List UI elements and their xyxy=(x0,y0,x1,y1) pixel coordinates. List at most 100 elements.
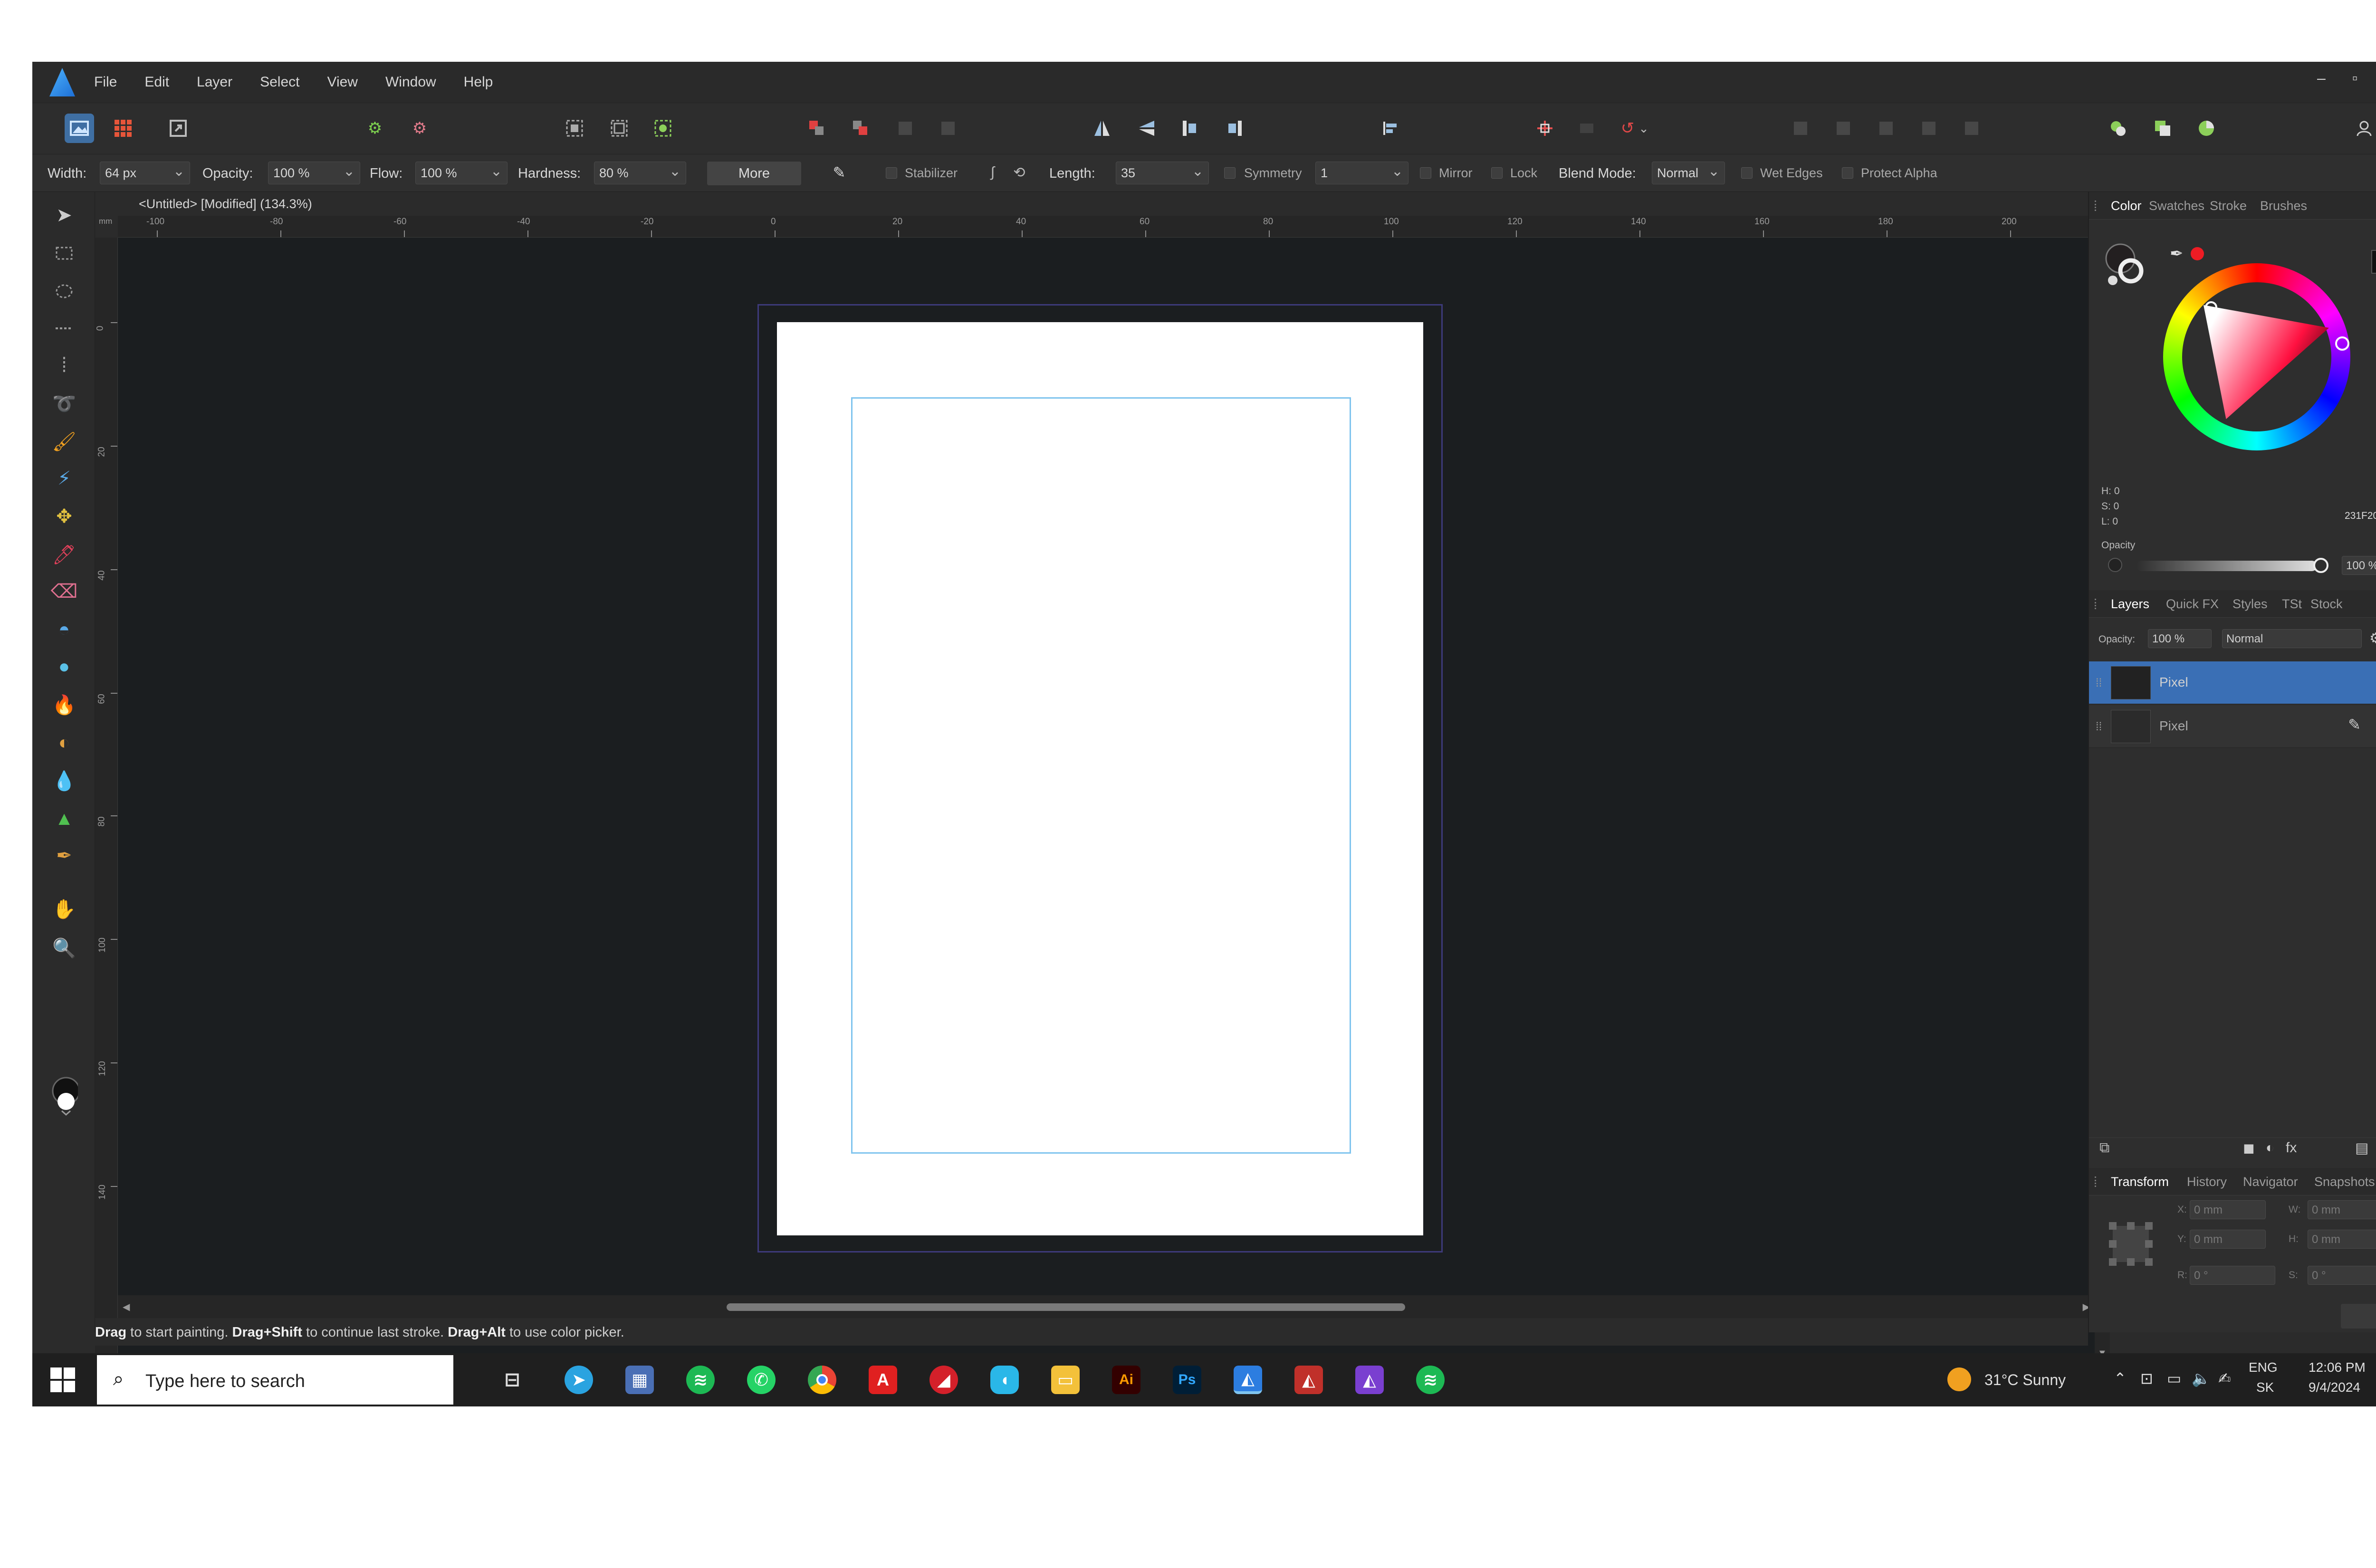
volume-icon[interactable]: 🔈 xyxy=(2192,1369,2211,1387)
tab-transform[interactable]: Transform xyxy=(2111,1175,2169,1189)
tab-quick-fx[interactable]: Quick FX xyxy=(2166,597,2219,612)
windows-start-icon[interactable] xyxy=(50,1367,75,1392)
photo-persona-icon[interactable] xyxy=(65,114,94,143)
anchor-point-selector-icon[interactable] xyxy=(2108,1221,2154,1267)
fill-stroke-swatch-icon[interactable] xyxy=(2103,241,2151,291)
blue-app-icon[interactable]: ◖ xyxy=(990,1366,1019,1394)
tab-stroke[interactable]: Stroke xyxy=(2210,199,2247,213)
pen-tool-icon[interactable]: ▲ xyxy=(50,805,78,832)
triangle-picker-handle[interactable] xyxy=(2205,301,2217,314)
row-marquee-icon[interactable] xyxy=(50,315,78,342)
length-field[interactable]: 35 xyxy=(1116,162,1209,184)
opacity-slider-handle[interactable] xyxy=(2313,558,2328,573)
weather-text[interactable]: 31°C Sunny xyxy=(1984,1371,2066,1389)
layer-blend-mode-select[interactable]: Normal xyxy=(2222,629,2362,648)
tab-swatches[interactable]: Swatches xyxy=(2149,199,2204,213)
tab-navigator[interactable]: Navigator xyxy=(2243,1175,2298,1189)
move-tool-icon[interactable]: ➤ xyxy=(50,201,78,229)
boolean-xor-icon[interactable] xyxy=(1957,114,1986,143)
hue-picker-handle[interactable] xyxy=(2335,336,2349,351)
whatsapp-icon[interactable]: ✆ xyxy=(747,1366,776,1394)
flood-select-icon[interactable]: ⚡ xyxy=(50,465,78,492)
preferences-gear-icon[interactable]: ⚙ xyxy=(405,114,434,143)
hardness-field[interactable]: 80 % xyxy=(594,162,686,184)
document-page[interactable] xyxy=(777,322,1423,1235)
arrange-forward-icon[interactable] xyxy=(891,114,920,143)
illustrator-icon[interactable]: Ai xyxy=(1112,1366,1140,1394)
layers-overlay-icon[interactable] xyxy=(2148,114,2177,143)
spotify-icon[interactable]: ≋ xyxy=(1416,1366,1445,1394)
wet-edges-checkbox[interactable] xyxy=(1741,167,1753,179)
freehand-selection-icon[interactable]: ➰ xyxy=(50,390,78,417)
pen-icon[interactable]: ✍ xyxy=(2218,1369,2231,1387)
boolean-subtract-icon[interactable] xyxy=(1871,114,1901,143)
horizontal-scrollbar[interactable]: ◀ ▶ xyxy=(118,1295,2095,1318)
arrange-backward-icon[interactable] xyxy=(933,114,963,143)
panel-grip-icon[interactable] xyxy=(2095,201,2098,211)
selection-brush-icon[interactable]: 🖌 xyxy=(50,428,78,455)
recent-color-swatch[interactable] xyxy=(2371,250,2376,274)
hand-tool-icon[interactable]: ✋ xyxy=(50,895,78,923)
flip-vertical-icon[interactable] xyxy=(1132,114,1161,143)
blur-tool-icon[interactable]: 💧 xyxy=(50,767,78,794)
symmetry-count-field[interactable]: 1 xyxy=(1315,162,1408,184)
document-tab[interactable]: <Untitled> [Modified] (134.3%) × xyxy=(95,192,2110,216)
chrome-icon[interactable] xyxy=(808,1366,836,1394)
photoshop-icon[interactable]: Ps xyxy=(1173,1366,1201,1394)
layer-name[interactable]: Pixel xyxy=(2159,718,2188,734)
live-filter-icon[interactable]: fx xyxy=(2286,1140,2297,1156)
boolean-add-icon[interactable] xyxy=(1829,114,1858,143)
restore-button[interactable]: ▫ xyxy=(2352,69,2357,87)
boolean-intersect-icon[interactable] xyxy=(1914,114,1944,143)
acrobat-icon[interactable]: A xyxy=(869,1366,897,1394)
add-layer-icon[interactable]: ▤ xyxy=(2355,1140,2368,1157)
protect-alpha-checkbox[interactable] xyxy=(1842,167,1853,179)
w-field[interactable]: 0 mm xyxy=(2308,1200,2376,1219)
align-icon[interactable] xyxy=(1375,114,1405,143)
snapping-options-icon[interactable] xyxy=(1572,114,1601,143)
layer-channels-icon[interactable]: ⧉ xyxy=(2099,1140,2109,1156)
layer-drag-handle-icon[interactable]: ⁞⁞ xyxy=(2096,720,2102,734)
menu-help[interactable]: Help xyxy=(464,74,493,90)
menu-view[interactable]: View xyxy=(327,74,357,90)
menu-layer[interactable]: Layer xyxy=(197,74,232,90)
tray-chevron-icon[interactable]: ⌃ xyxy=(2114,1369,2127,1387)
affinity-photo-taskbar-icon[interactable]: ◭ xyxy=(1234,1366,1262,1394)
quick-share-icon[interactable] xyxy=(2103,114,2133,143)
minimize-button[interactable]: – xyxy=(2317,69,2326,87)
invert-selection-icon[interactable] xyxy=(648,114,678,143)
layer-row[interactable]: ⁞⁞ Pixel xyxy=(2089,661,2376,704)
calculator-icon[interactable]: ▦ xyxy=(625,1366,654,1394)
erase-brush-icon[interactable]: ⌫ xyxy=(50,578,78,605)
snapping-icon[interactable] xyxy=(1530,114,1560,143)
transform-options-button[interactable] xyxy=(2341,1304,2376,1329)
symmetry-checkbox[interactable] xyxy=(1224,167,1236,179)
canvas-area[interactable] xyxy=(118,238,2095,1364)
tab-color[interactable]: Color xyxy=(2111,199,2142,213)
weather-icon[interactable] xyxy=(1947,1367,1971,1391)
affinity-publisher-icon[interactable]: ◭ xyxy=(1294,1366,1323,1394)
scroll-left-icon[interactable]: ◀ xyxy=(123,1301,130,1313)
mirror-checkbox[interactable] xyxy=(1420,167,1431,179)
eyedropper-icon[interactable]: ✒ xyxy=(2170,244,2184,263)
rope-mode-icon[interactable]: ∫ xyxy=(981,159,1005,186)
autodesk-icon[interactable]: ◢ xyxy=(929,1366,958,1394)
dodge-tool-icon[interactable]: ● xyxy=(50,653,78,680)
color-pie-icon[interactable] xyxy=(2192,114,2221,143)
assistant-dropdown-icon[interactable]: ⌄ xyxy=(1637,114,1651,143)
x-field[interactable]: 0 mm xyxy=(2190,1200,2266,1219)
layer-name[interactable]: Pixel xyxy=(2159,675,2188,690)
spotify-icon[interactable]: ≋ xyxy=(686,1366,715,1394)
arrange-back-icon[interactable] xyxy=(802,114,832,143)
layer-opacity-field[interactable]: 100 % xyxy=(2148,629,2212,648)
shear-field[interactable]: 0 ° xyxy=(2308,1266,2376,1285)
rectangular-marquee-icon[interactable] xyxy=(50,239,78,267)
hex-value[interactable]: 231F20 xyxy=(2345,510,2376,522)
stabilizer-checkbox[interactable] xyxy=(886,167,897,179)
taskbar-search-box[interactable]: ⌕ Type here to search xyxy=(97,1355,453,1405)
more-button[interactable]: More xyxy=(707,162,801,185)
task-view-icon[interactable]: ⊟ xyxy=(498,1366,527,1394)
tab-styles[interactable]: Styles xyxy=(2232,597,2268,612)
account-icon[interactable] xyxy=(2349,114,2376,143)
arrange-front-icon[interactable] xyxy=(846,114,875,143)
